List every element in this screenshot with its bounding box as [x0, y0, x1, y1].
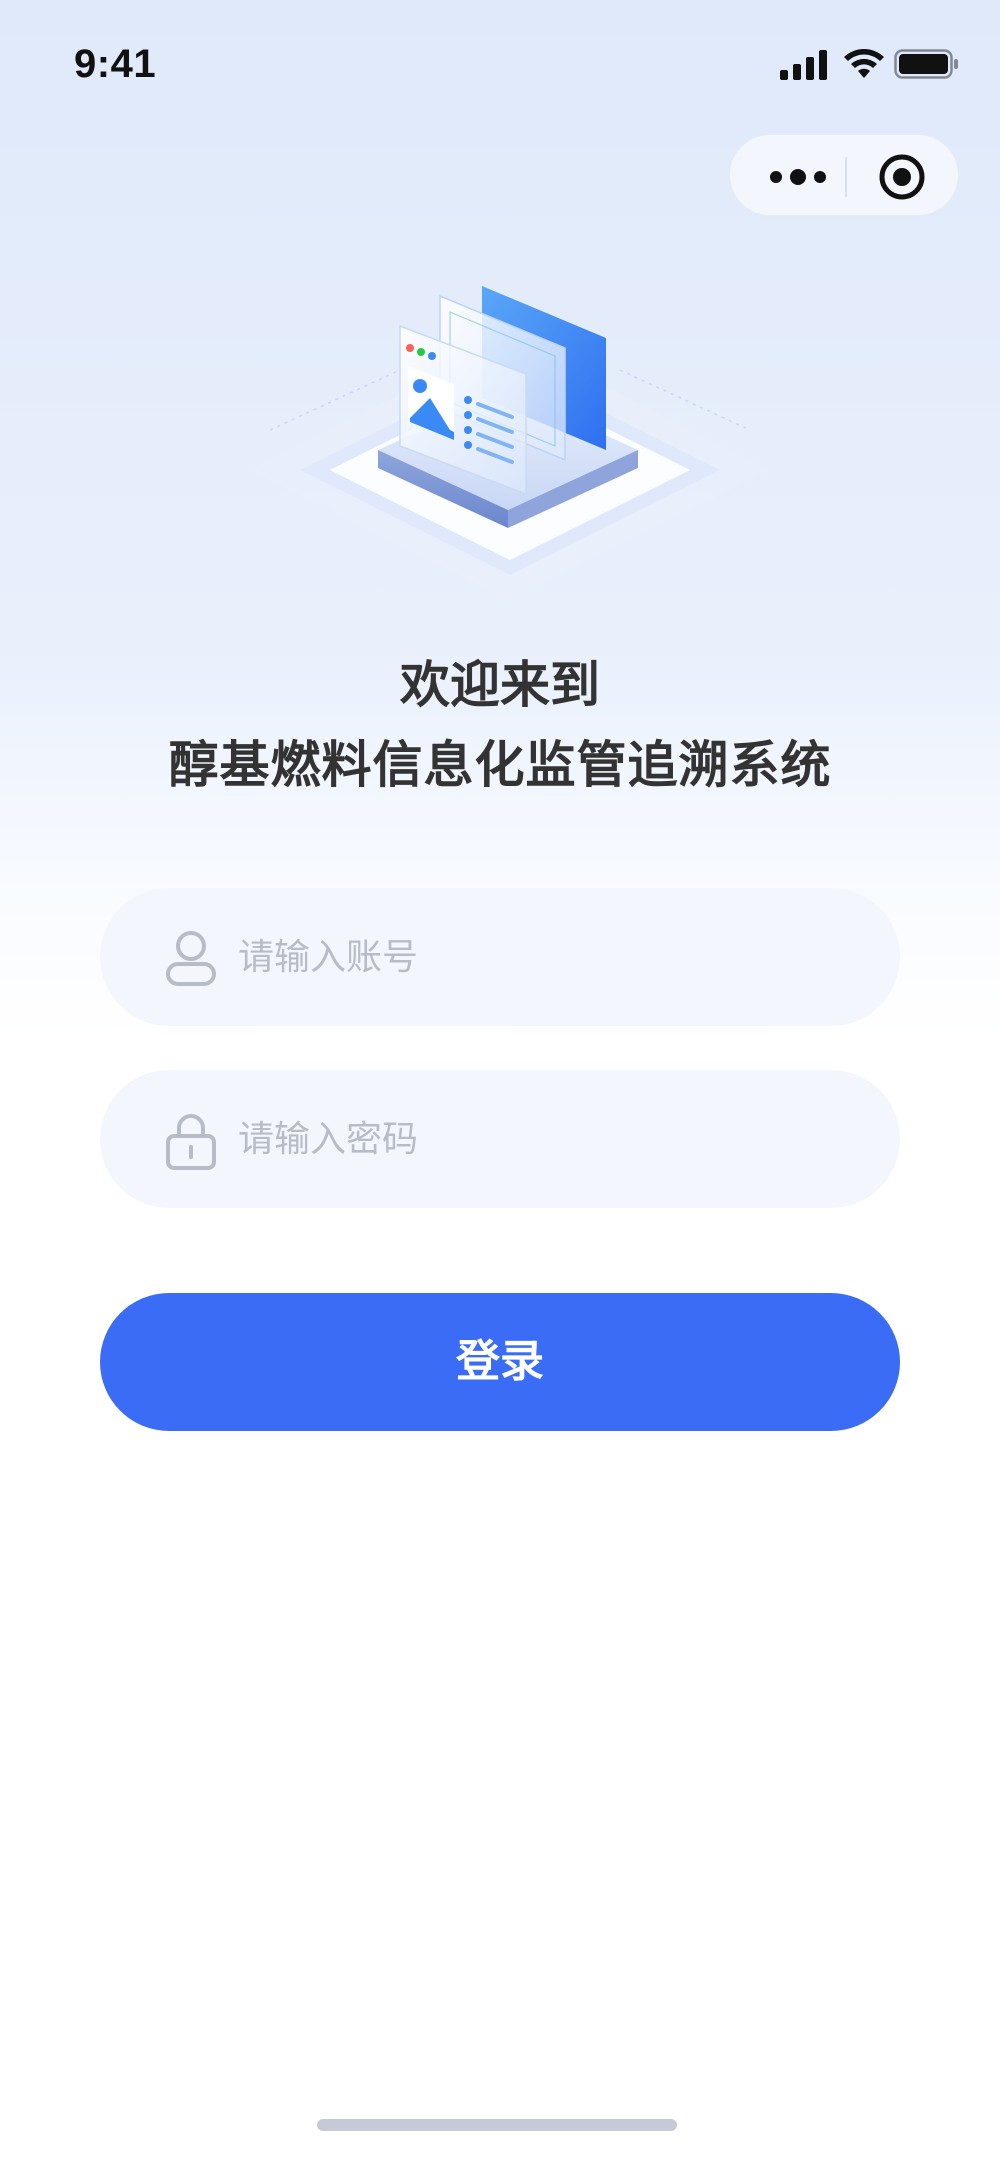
- login-button[interactable]: 登录: [100, 1293, 900, 1431]
- status-time: 9:41: [74, 42, 157, 86]
- lock-icon: [164, 1112, 218, 1170]
- wifi-icon: [844, 49, 884, 78]
- account-field[interactable]: [100, 888, 900, 1026]
- capsule-divider: [845, 157, 847, 197]
- cellular-signal-icon: [780, 50, 827, 80]
- target-icon[interactable]: [878, 153, 926, 201]
- status-icons: [780, 44, 960, 84]
- status-bar: 9:41: [0, 0, 1000, 130]
- system-name-title: 醇基燃料信息化监管追溯系统: [168, 736, 832, 794]
- battery-icon: [894, 49, 958, 79]
- hero-illustration: [250, 270, 770, 610]
- home-indicator: [317, 2119, 677, 2131]
- password-input[interactable]: [238, 1070, 858, 1208]
- more-icon[interactable]: [768, 159, 828, 195]
- account-input[interactable]: [238, 888, 858, 1026]
- mini-program-capsule: [728, 133, 960, 217]
- user-icon: [164, 930, 218, 988]
- welcome-text: 欢迎来到: [400, 656, 600, 714]
- password-field[interactable]: [100, 1070, 900, 1208]
